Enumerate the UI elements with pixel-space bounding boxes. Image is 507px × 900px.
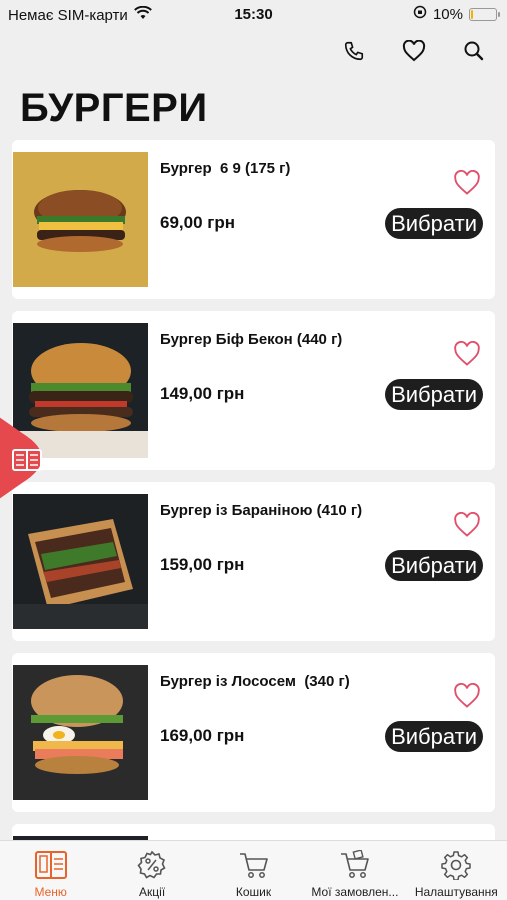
battery-percent: 10% — [432, 5, 463, 23]
gear-icon — [439, 848, 473, 882]
select-button[interactable]: Вибрати — [385, 550, 483, 581]
heart-icon[interactable] — [453, 169, 481, 196]
heart-icon[interactable] — [453, 511, 481, 538]
product-price: 159,00 грн — [160, 555, 245, 574]
bottom-tab-bar: Меню Акції Кошик Мої замовлен... Налашту… — [0, 840, 507, 900]
orientation-lock-icon — [413, 5, 427, 23]
tab-my-orders[interactable]: Мої замовлен... — [304, 841, 405, 900]
product-card[interactable]: Бургер 6 9 (175 г) 69,00 грн Вибрати — [12, 140, 495, 299]
discount-icon — [135, 848, 169, 882]
product-name: Бургер Біф Бекон (440 г) — [160, 331, 343, 348]
product-card[interactable]: Бургер із Лососем (340 г) 169,00 грн Виб… — [12, 653, 495, 812]
side-menu-tab[interactable] — [0, 405, 62, 511]
tab-label: Меню — [34, 885, 67, 899]
status-bar: Немає SIM-карти 15:30 10% — [0, 0, 507, 30]
product-card[interactable]: Бургер Біф Бекон (440 г) 149,00 грн Вибр… — [12, 311, 495, 470]
heart-icon[interactable] — [453, 340, 481, 367]
product-price: 149,00 грн — [160, 384, 245, 403]
battery-level — [471, 9, 473, 19]
menu-book-icon — [34, 848, 68, 882]
product-card[interactable]: Бургер із Бараніною (410 г) 159,00 грн В… — [12, 482, 495, 641]
select-button[interactable]: Вибрати — [385, 379, 483, 410]
product-price: 169,00 грн — [160, 726, 245, 745]
tab-settings[interactable]: Налаштування — [406, 841, 507, 900]
product-photo — [13, 494, 148, 629]
tab-menu[interactable]: Меню — [0, 841, 101, 900]
product-photo — [13, 152, 148, 287]
heart-icon[interactable] — [453, 682, 481, 709]
phone-icon[interactable] — [341, 38, 367, 64]
cart-icon — [237, 848, 271, 882]
select-button[interactable]: Вибрати — [385, 208, 483, 239]
tab-label: Налаштування — [414, 885, 498, 899]
product-photo — [13, 665, 148, 800]
battery-icon — [469, 7, 500, 21]
tab-label: Акції — [139, 885, 166, 899]
product-name: Бургер 6 9 (175 г) — [160, 160, 291, 177]
tab-label: Кошик — [235, 885, 272, 899]
favorites-icon[interactable] — [401, 38, 427, 64]
select-button[interactable]: Вибрати — [385, 721, 483, 752]
product-name: Бургер із Лососем (340 г) — [160, 673, 350, 690]
status-right: 10% — [413, 5, 500, 23]
product-price: 69,00 грн — [160, 213, 235, 232]
orders-cart-icon — [338, 848, 372, 882]
product-name: Бургер із Бараніною (410 г) — [160, 502, 363, 519]
tab-cart[interactable]: Кошик — [203, 841, 304, 900]
search-icon[interactable] — [461, 38, 487, 64]
top-actions — [341, 38, 487, 64]
page-title: БУРГЕРИ — [20, 86, 208, 130]
tab-promotions[interactable]: Акції — [101, 841, 202, 900]
tab-label: Мої замовлен... — [311, 885, 399, 899]
